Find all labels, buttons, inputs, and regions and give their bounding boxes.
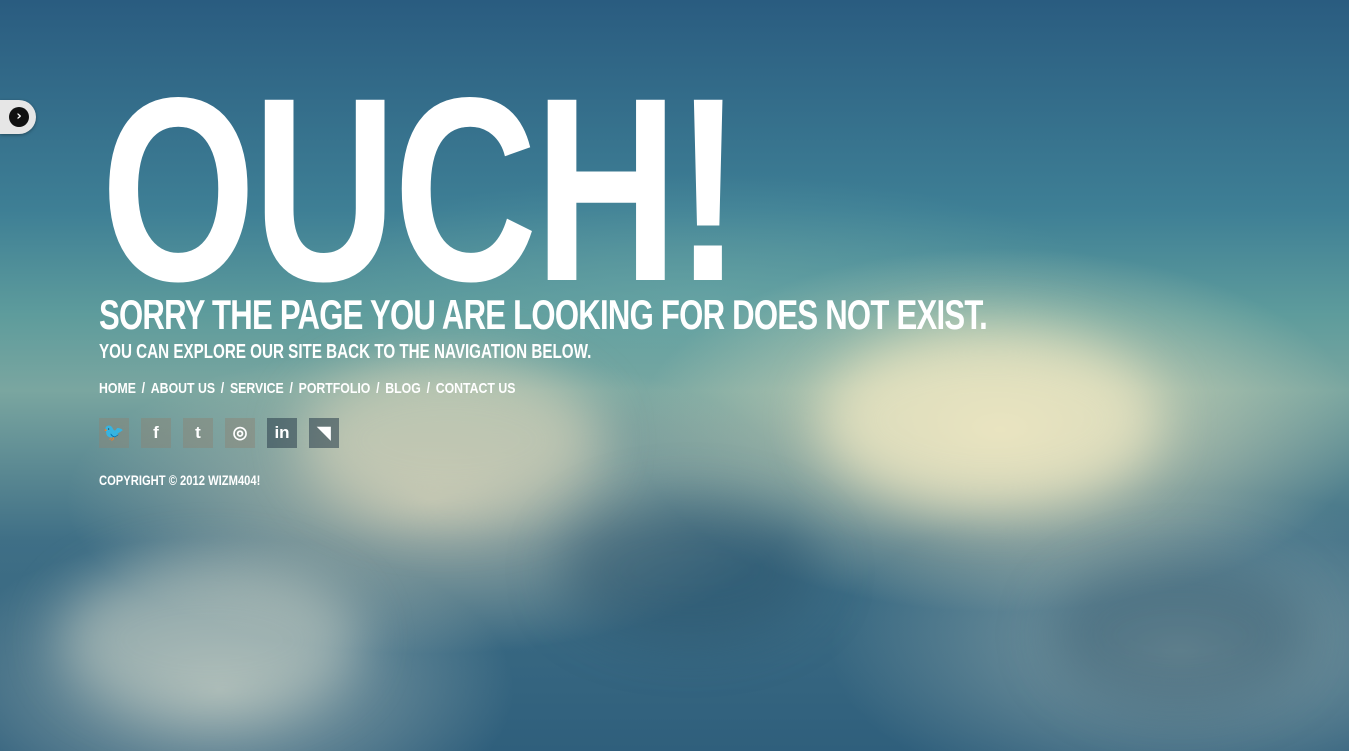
error-heading: OUCH! — [101, 43, 741, 336]
nav-about-us-link[interactable]: ABOUT US — [151, 380, 215, 397]
chevron-right-icon: › — [9, 107, 29, 127]
side-panel-toggle-button[interactable]: › — [0, 100, 36, 134]
twitter-icon[interactable]: 🐦 — [99, 418, 129, 448]
nav-separator: / — [141, 380, 146, 397]
nav-separator: / — [426, 380, 430, 397]
tumblr-icon[interactable]: t — [183, 418, 213, 448]
nav-separator: / — [289, 380, 293, 397]
nav-blog-link[interactable]: BLOG — [385, 380, 421, 397]
linkedin-icon[interactable]: in — [267, 418, 297, 448]
nav-portfolio-link[interactable]: PORTFOLIO — [299, 380, 371, 397]
rss-icon[interactable]: ◥ — [309, 418, 339, 448]
nav-service-link[interactable]: SERVICE — [230, 380, 284, 397]
error-message: SORRY THE PAGE YOU ARE LOOKING FOR DOES … — [99, 291, 988, 338]
social-links: 🐦 f t ◎ in ◥ — [99, 418, 339, 448]
nav-separator: / — [376, 380, 380, 397]
nav-separator: / — [220, 380, 225, 397]
navigation: HOME / ABOUT US / SERVICE / PORTFOLIO / BLOG / CON… — [99, 381, 515, 397]
dribbble-icon[interactable]: ◎ — [225, 418, 255, 448]
facebook-icon[interactable]: f — [141, 418, 171, 448]
nav-contact-us-link[interactable]: CONTACT US — [436, 380, 516, 397]
nav-home-link[interactable]: HOME — [99, 380, 136, 397]
copyright-text: COPYRIGHT © 2012 WIZM404! — [99, 472, 261, 488]
error-submessage: YOU CAN EXPLORE OUR SITE BACK TO THE NAV… — [99, 341, 592, 363]
error-content: OUCH! SORRY THE PAGE YOU ARE LOOKING FOR… — [99, 43, 988, 487]
